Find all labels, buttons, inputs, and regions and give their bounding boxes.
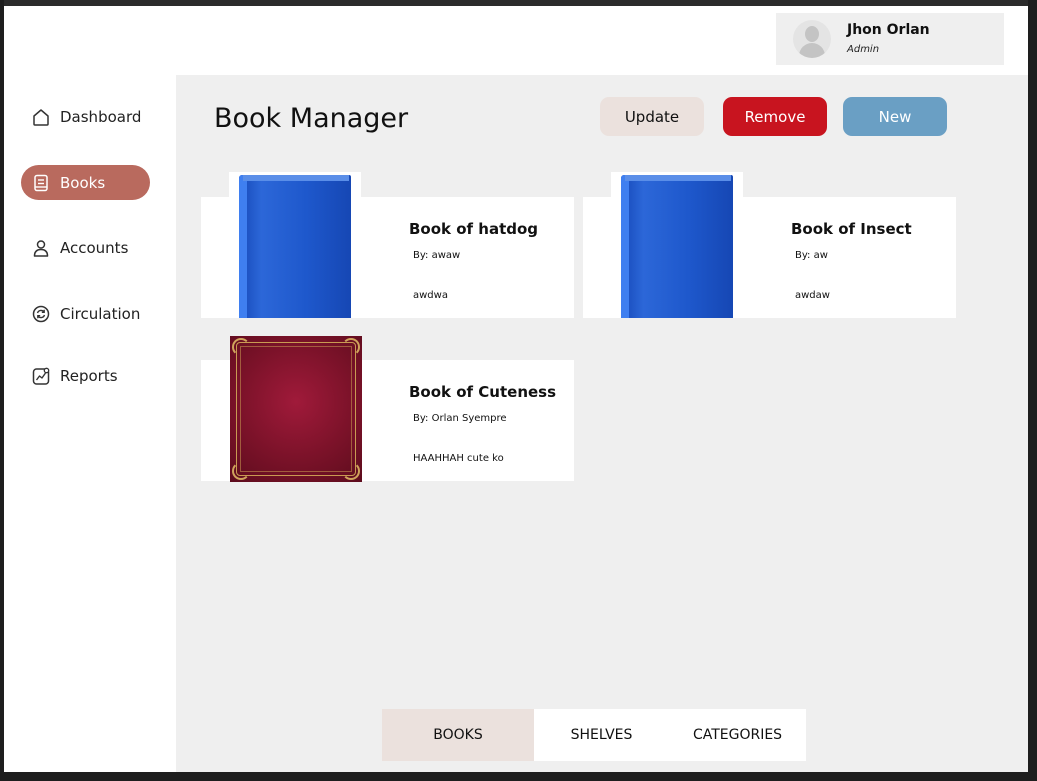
book-cover-top-edge xyxy=(625,175,731,181)
remove-button[interactable]: Remove xyxy=(723,97,827,136)
book-card[interactable]: Book of Insect By: aw awdaw xyxy=(583,172,956,318)
book-description: awdwa xyxy=(413,290,448,301)
book-cover-top-edge xyxy=(243,175,349,181)
avatar xyxy=(793,20,831,58)
main-content: Book Manager Update Remove New Book of h… xyxy=(176,75,1028,772)
user-profile-card[interactable]: Jhon Orlan Admin xyxy=(776,13,1004,65)
sidebar-item-label: Reports xyxy=(60,366,118,385)
update-button[interactable]: Update xyxy=(600,97,704,136)
user-role: Admin xyxy=(847,44,880,55)
sidebar: Dashboard Books Accounts Circulation Rep… xyxy=(4,75,176,772)
sidebar-item-dashboard[interactable]: Dashboard xyxy=(21,99,150,134)
book-cover-body xyxy=(239,175,351,318)
book-cover-image xyxy=(229,172,361,318)
reports-icon xyxy=(31,366,51,386)
ide-backdrop-right xyxy=(1028,0,1037,781)
sidebar-item-label: Accounts xyxy=(60,238,129,257)
app-window: Jhon Orlan Admin Dashboard Books Account… xyxy=(4,6,1028,772)
book-cover-inner-frame xyxy=(240,346,352,472)
sidebar-item-label: Dashboard xyxy=(60,107,142,126)
avatar-body-icon xyxy=(799,43,825,58)
book-card[interactable]: Book of Cuteness By: Orlan Syempre HAAHH… xyxy=(201,335,574,482)
avatar-head-icon xyxy=(805,26,819,42)
page-title: Book Manager xyxy=(214,103,409,134)
top-header: Jhon Orlan Admin xyxy=(4,6,1028,75)
book-cover-spine xyxy=(239,175,247,318)
book-cover-image xyxy=(611,172,743,318)
book-card[interactable]: Book of hatdog By: awaw awdwa xyxy=(201,172,574,318)
circulation-icon xyxy=(31,304,51,324)
book-author: By: Orlan Syempre xyxy=(413,413,507,424)
corner-ornament-icon xyxy=(342,462,360,480)
sidebar-item-label: Books xyxy=(60,173,106,192)
book-author: By: awaw xyxy=(413,250,461,261)
corner-ornament-icon xyxy=(232,462,250,480)
sidebar-item-reports[interactable]: Reports xyxy=(21,358,150,393)
tab-shelves[interactable]: SHELVES xyxy=(534,709,669,761)
book-author: By: aw xyxy=(795,250,828,261)
book-cover-spine xyxy=(621,175,629,318)
tab-categories[interactable]: CATEGORIES xyxy=(669,709,806,761)
sidebar-item-books[interactable]: Books xyxy=(21,165,150,200)
ide-backdrop-bottom xyxy=(0,772,1037,781)
sidebar-item-label: Circulation xyxy=(60,304,141,323)
home-icon xyxy=(31,107,51,127)
book-description: HAAHHAH cute ko xyxy=(413,453,504,464)
user-name: Jhon Orlan xyxy=(847,22,930,38)
tab-books[interactable]: BOOKS xyxy=(382,709,534,761)
corner-ornament-icon xyxy=(342,338,360,356)
book-title: Book of Insect xyxy=(791,220,912,238)
book-description: awdaw xyxy=(795,290,830,301)
book-cover-body xyxy=(621,175,733,318)
sidebar-item-circulation[interactable]: Circulation xyxy=(21,296,150,331)
book-cover-image xyxy=(230,336,362,482)
book-title: Book of hatdog xyxy=(409,220,539,238)
bottom-tab-bar: BOOKS SHELVES CATEGORIES xyxy=(382,709,806,761)
sidebar-item-accounts[interactable]: Accounts xyxy=(21,230,150,265)
book-icon xyxy=(31,173,51,193)
book-title: Book of Cuteness xyxy=(409,383,557,401)
new-button[interactable]: New xyxy=(843,97,947,136)
corner-ornament-icon xyxy=(232,338,250,356)
user-icon xyxy=(31,238,51,258)
